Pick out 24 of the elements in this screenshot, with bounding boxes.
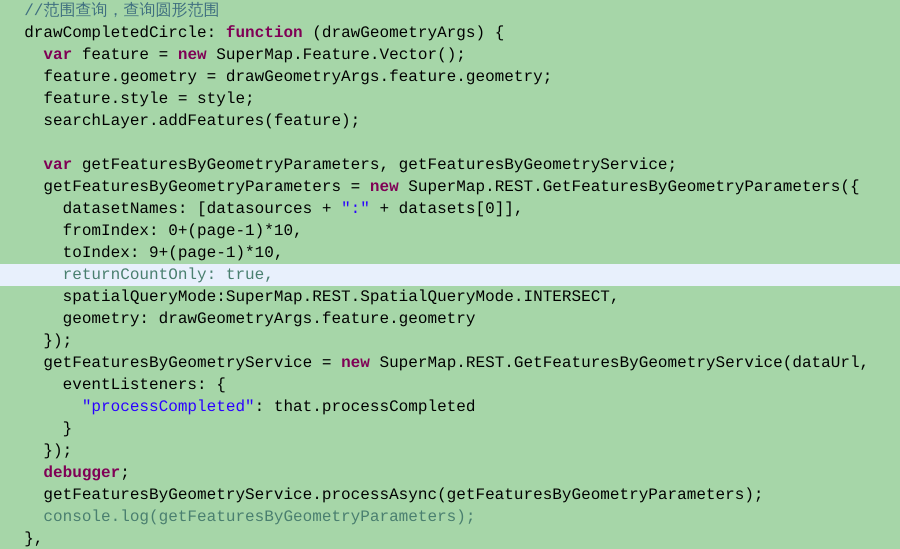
code-line: searchLayer.addFeatures(feature); (42, 112, 360, 130)
code-line: geometry: drawGeometryArgs.feature.geometry (62, 310, 476, 328)
code-line: }, (23, 530, 44, 548)
code-line: } (62, 420, 72, 438)
code-line: returnCountOnly: true, (62, 266, 274, 284)
code-line: var getFeaturesByGeometryParameters, getFeaturesByGeometryService; (42, 156, 678, 174)
code-line: }); (42, 332, 72, 350)
code-line: getFeaturesByGeometryParameters = new SuperMap.REST.GetFeaturesByGeometryParameters({ (42, 178, 860, 196)
code-line: feature.geometry = drawGeometryArgs.feature.geometry; (42, 68, 552, 86)
code-line: datasetNames: [datasources + ":" + datasets[0]], (62, 200, 524, 218)
code-line: getFeaturesByGeometryService.processAsync(getFeaturesByGeometryParameters); (42, 486, 764, 504)
code-comment: //范围查询，查询圆形范围 (23, 2, 220, 20)
code-line: spatialQueryMode:SuperMap.REST.SpatialQueryMode.INTERSECT, (62, 288, 620, 306)
code-line: "processCompleted": that.processCompleted (80, 398, 476, 416)
code-line: fromIndex: 0+(page-1)*10, (62, 222, 303, 240)
code-line: console.log(getFeaturesByGeometryParameters); (42, 508, 476, 526)
code-line: getFeaturesByGeometryService = new SuperMap.REST.GetFeaturesByGeometryService(dataUrl, (42, 354, 870, 372)
code-line: }); (42, 442, 72, 460)
code-line: toIndex: 9+(page-1)*10, (62, 244, 284, 262)
code-line: eventListeners: { (62, 376, 226, 394)
code-line: debugger; (42, 464, 130, 482)
code-line: drawCompletedCircle: function (drawGeometryArgs) { (23, 24, 504, 42)
code-line: var feature = new SuperMap.Feature.Vector(); (42, 46, 466, 64)
code-line: feature.style = style; (42, 90, 255, 108)
